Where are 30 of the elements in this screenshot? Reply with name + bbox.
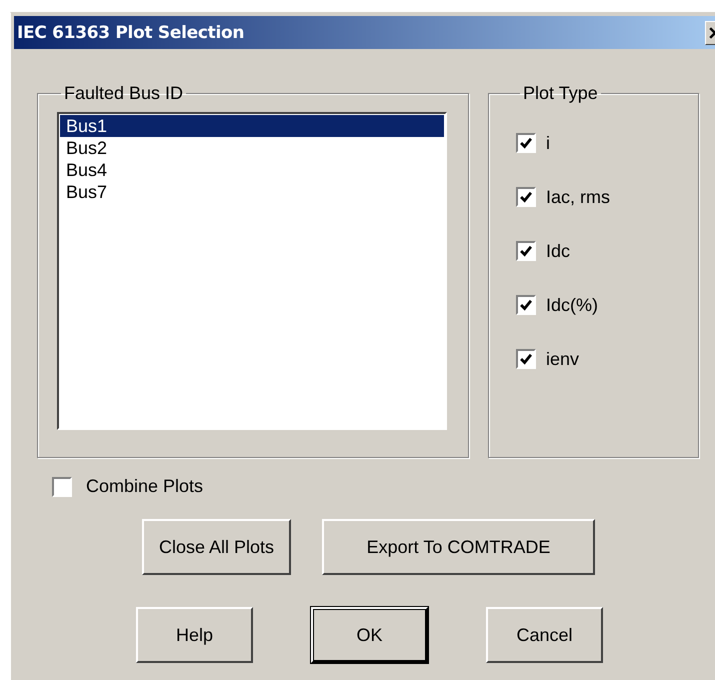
- bus-list[interactable]: Bus1 Bus2 Bus4 Bus7: [57, 112, 447, 430]
- close-plots-button[interactable]: Close All Plots: [142, 519, 291, 575]
- checkmark-icon: [519, 298, 533, 312]
- list-item[interactable]: Bus1: [60, 115, 444, 137]
- checkbox[interactable]: [516, 349, 536, 369]
- window-title: IEC 61363 Plot Selection: [17, 22, 246, 42]
- checkbox[interactable]: [516, 295, 536, 315]
- export-button[interactable]: Export To COMTRADE: [322, 519, 595, 575]
- checkmark-icon: [519, 190, 533, 204]
- checkbox[interactable]: [516, 241, 536, 261]
- checkbox-label: Iac, rms: [546, 186, 610, 208]
- list-item[interactable]: Bus7: [60, 181, 444, 203]
- dialog-button[interactable]: OK: [311, 607, 428, 663]
- checkmark-icon: [519, 136, 533, 150]
- checkbox[interactable]: [52, 476, 72, 496]
- checkmark-icon: [519, 244, 533, 258]
- group-label: Plot Type: [522, 83, 599, 104]
- checkbox-label: ienv: [546, 348, 580, 370]
- dialog-button[interactable]: Help: [136, 607, 253, 663]
- list-item[interactable]: Bus2: [60, 137, 444, 159]
- checkmark-icon: [519, 352, 533, 366]
- dialog-button[interactable]: Cancel: [486, 607, 603, 663]
- checkbox-label: Idc(%): [546, 294, 598, 316]
- checkbox-label: Idc: [546, 240, 570, 262]
- group-label: Faulted Bus ID: [63, 83, 184, 104]
- checkbox[interactable]: [516, 133, 536, 153]
- checkbox-label: i: [546, 132, 550, 154]
- checkbox-label: Combine Plots: [86, 476, 204, 497]
- list-item[interactable]: Bus4: [60, 159, 444, 181]
- checkbox[interactable]: [516, 187, 536, 207]
